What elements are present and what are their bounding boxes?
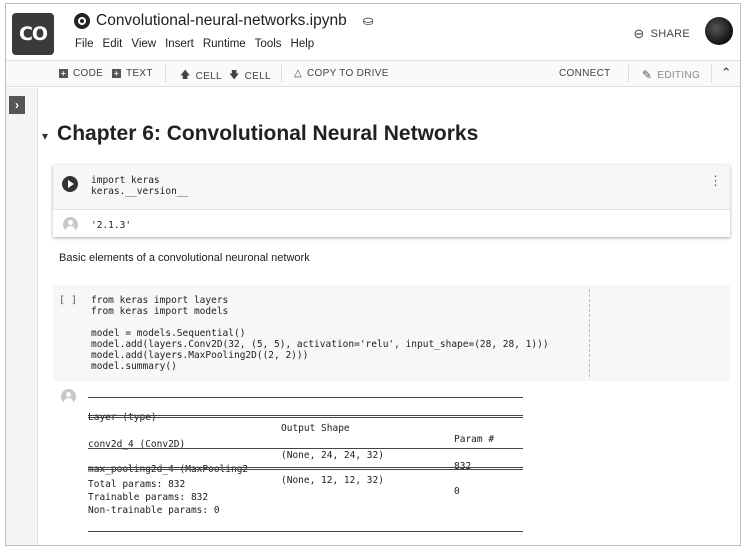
connect-button[interactable]: CONNECT bbox=[559, 68, 611, 79]
user-avatar[interactable] bbox=[705, 17, 733, 45]
run-bracket[interactable]: [ ] bbox=[59, 295, 77, 306]
chevron-up-icon[interactable]: ⌃ bbox=[721, 65, 732, 81]
code-cell-2[interactable]: [ ] from keras import layers from keras … bbox=[53, 285, 730, 381]
menu-runtime[interactable]: Runtime bbox=[203, 38, 246, 50]
code-cell-2-source[interactable]: from keras import layers from keras impo… bbox=[91, 295, 549, 372]
chevron-right-icon[interactable]: › bbox=[9, 96, 25, 114]
colab-window: CO Convolutional-neural-networks.ipynb ⛀… bbox=[5, 3, 741, 546]
plus-icon: + bbox=[59, 69, 68, 78]
link-icon: ⊖ bbox=[633, 26, 645, 41]
editing-button[interactable]: ✎ EDITING bbox=[642, 68, 700, 82]
section-heading: ▾ Chapter 6: Convolutional Neural Networ… bbox=[42, 122, 478, 146]
header: CO Convolutional-neural-networks.ipynb ⛀… bbox=[6, 4, 740, 60]
toolbar-divider bbox=[628, 65, 629, 83]
move-cell-down-button[interactable]: 🡇 CELL bbox=[229, 68, 271, 85]
text-cell[interactable]: Basic elements of a convolutional neuron… bbox=[59, 252, 310, 264]
summary-rule bbox=[88, 448, 523, 449]
code-cell-1-source[interactable]: import keras keras.__version__ bbox=[91, 175, 188, 197]
left-sidebar: › bbox=[6, 88, 38, 545]
arrow-up-icon: 🡅 bbox=[180, 70, 191, 81]
connect-label: CONNECT bbox=[559, 68, 611, 79]
move-cell-up-label: CELL bbox=[195, 71, 222, 82]
line-length-ruler bbox=[589, 289, 590, 377]
notebook-title[interactable]: Convolutional-neural-networks.ipynb bbox=[96, 12, 347, 30]
caret-down-icon[interactable]: ▾ bbox=[42, 129, 48, 143]
share-button[interactable]: ⊖ SHARE bbox=[633, 26, 690, 42]
chapter-title: Chapter 6: Convolutional Neural Networks bbox=[57, 122, 479, 145]
colab-logo[interactable]: CO bbox=[12, 13, 54, 55]
add-text-button[interactable]: + TEXT bbox=[112, 68, 153, 79]
toolbar: + CODE + TEXT 🡅 CELL 🡇 CELL △ COPY TO DR… bbox=[6, 60, 740, 87]
share-label: SHARE bbox=[650, 28, 690, 40]
summary-output-shape: (None, 24, 24, 32) bbox=[281, 450, 384, 461]
move-cell-up-button[interactable]: 🡅 CELL bbox=[180, 68, 222, 85]
pencil-icon: ✎ bbox=[642, 68, 653, 82]
summary-header-param: Param # bbox=[454, 434, 495, 445]
menu-edit[interactable]: Edit bbox=[103, 38, 123, 50]
code-cell-1-output: '2.1.3' bbox=[53, 209, 730, 237]
arrow-down-icon: 🡇 bbox=[229, 70, 240, 81]
move-cell-down-label: CELL bbox=[244, 71, 271, 82]
plus-icon: + bbox=[112, 69, 121, 78]
summary-output-shape: (None, 12, 12, 32) bbox=[281, 475, 384, 486]
toolbar-divider bbox=[711, 65, 712, 83]
title-row: Convolutional-neural-networks.ipynb ⛀ bbox=[74, 12, 374, 30]
more-vert-icon[interactable]: ⋮ bbox=[709, 174, 722, 187]
summary-total: Total params: 832 bbox=[88, 479, 186, 490]
drive-icon: △ bbox=[294, 68, 302, 79]
code-cell-1-editor[interactable]: import keras keras.__version__ ⋮ bbox=[53, 165, 730, 209]
github-icon[interactable] bbox=[74, 13, 90, 29]
menu-tools[interactable]: Tools bbox=[255, 38, 282, 50]
output-avatar-icon bbox=[63, 217, 78, 232]
summary-rule-double bbox=[88, 467, 523, 470]
add-text-label: TEXT bbox=[126, 68, 153, 79]
drive-icon[interactable]: ⛀ bbox=[363, 13, 374, 29]
summary-rule bbox=[88, 531, 523, 532]
summary-non-trainable: Non-trainable params: 0 bbox=[88, 505, 220, 516]
menu-insert[interactable]: Insert bbox=[165, 38, 194, 50]
menu-view[interactable]: View bbox=[131, 38, 156, 50]
toolbar-divider bbox=[165, 65, 166, 83]
summary-rule bbox=[88, 397, 523, 398]
summary-header-shape: Output Shape bbox=[281, 423, 350, 434]
summary-rule-double bbox=[88, 415, 523, 418]
copy-to-drive-label: COPY TO DRIVE bbox=[307, 68, 389, 79]
editing-label: EDITING bbox=[657, 69, 701, 81]
copy-to-drive-button[interactable]: △ COPY TO DRIVE bbox=[294, 68, 389, 79]
menu-help[interactable]: Help bbox=[291, 38, 315, 50]
summary-param-count: 0 bbox=[454, 486, 460, 497]
toolbar-divider bbox=[281, 65, 282, 83]
menu-bar: File Edit View Insert Runtime Tools Help bbox=[75, 38, 314, 50]
add-code-button[interactable]: + CODE bbox=[59, 68, 103, 79]
code-cell-1-output-value: '2.1.3' bbox=[91, 220, 132, 231]
summary-trainable: Trainable params: 832 bbox=[88, 492, 209, 503]
output-avatar-icon bbox=[61, 389, 76, 404]
menu-file[interactable]: File bbox=[75, 38, 94, 50]
play-icon[interactable] bbox=[62, 176, 78, 192]
code-cell-1[interactable]: import keras keras.__version__ ⋮ '2.1.3' bbox=[53, 165, 730, 237]
add-code-label: CODE bbox=[73, 68, 104, 79]
